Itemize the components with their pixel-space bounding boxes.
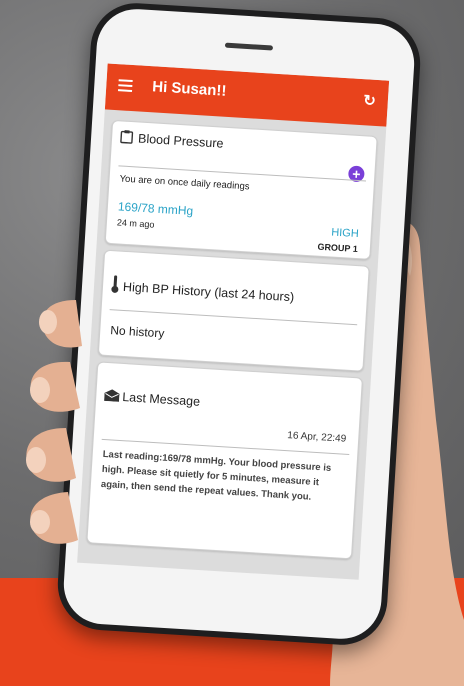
- fingers-illustration: [26, 300, 82, 544]
